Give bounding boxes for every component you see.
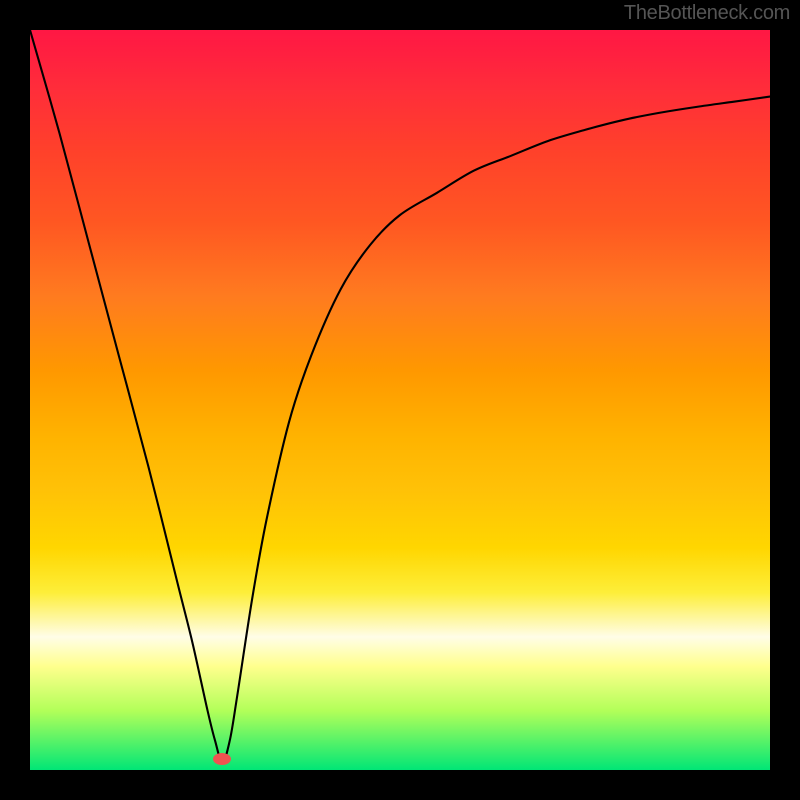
plot-area (30, 30, 770, 770)
minimum-marker (213, 753, 231, 765)
chart-frame: TheBottleneck.com (0, 0, 800, 800)
watermark-text: TheBottleneck.com (624, 2, 790, 25)
bottleneck-curve (30, 30, 770, 763)
curve-svg (30, 30, 770, 770)
